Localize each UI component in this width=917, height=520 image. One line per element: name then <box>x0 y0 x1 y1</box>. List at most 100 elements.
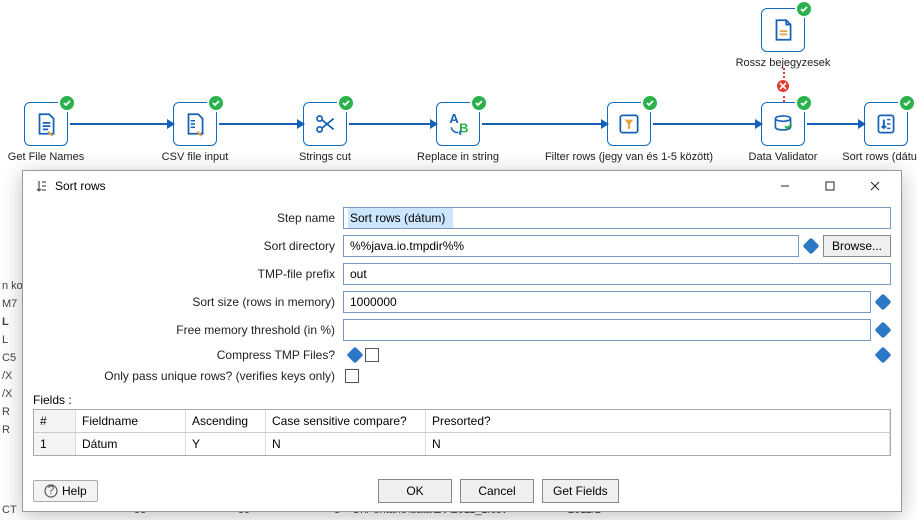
unique-checkbox[interactable] <box>345 369 359 383</box>
error-badge <box>775 78 791 94</box>
cell-case-sensitive[interactable]: N <box>266 433 426 455</box>
node-label: Get File Names <box>8 151 84 163</box>
node-label: Sort rows (dátum) <box>842 151 917 163</box>
col-presorted: Presorted? <box>426 410 890 432</box>
cancel-button[interactable]: Cancel <box>460 479 534 503</box>
free-mem-input[interactable] <box>343 319 871 341</box>
sort-icon <box>33 178 49 194</box>
csv-icon <box>182 111 208 137</box>
label-tmp-prefix: TMP-file prefix <box>33 267 343 281</box>
arrow-head-icon <box>167 119 175 129</box>
arrow-head-icon <box>755 119 763 129</box>
filter-icon <box>616 111 642 137</box>
ok-badge <box>207 94 225 112</box>
under-text: L <box>2 334 8 346</box>
under-text: R <box>2 406 10 418</box>
connector <box>807 123 860 125</box>
node-strings-cut[interactable]: Strings cut <box>303 102 347 146</box>
col-fieldname: Fieldname <box>76 410 186 432</box>
tmp-prefix-input[interactable] <box>343 263 891 285</box>
grid-header: # Fieldname Ascending Case sensitive com… <box>34 410 890 433</box>
ok-badge <box>641 94 659 112</box>
col-ascending: Ascending <box>186 410 266 432</box>
sort-directory-input[interactable] <box>343 235 799 257</box>
node-csv-file-input[interactable]: CSV file input <box>173 102 217 146</box>
sort-size-input[interactable] <box>343 291 871 313</box>
cell-presorted[interactable]: N <box>426 433 890 455</box>
variable-icon[interactable] <box>875 347 891 363</box>
arrow-head-icon <box>430 119 438 129</box>
cell-num: 1 <box>34 433 76 455</box>
compress-checkbox[interactable] <box>365 348 379 362</box>
node-label: Strings cut <box>299 151 351 163</box>
label-unique: Only pass unique rows? (verifies keys on… <box>33 369 343 383</box>
label-free-mem: Free memory threshold (in %) <box>33 323 343 337</box>
node-filter-rows[interactable]: Filter rows (jegy van és 1-5 között) <box>607 102 651 146</box>
minimize-button[interactable] <box>762 172 807 200</box>
ok-badge <box>58 94 76 112</box>
scissors-icon <box>312 111 338 137</box>
under-text: /X <box>2 370 12 382</box>
browse-button[interactable]: Browse... <box>823 235 891 257</box>
ok-badge <box>795 0 813 18</box>
variable-icon[interactable] <box>803 238 819 254</box>
ok-button[interactable]: OK <box>378 479 452 503</box>
file-list-icon <box>33 111 59 137</box>
arrow-head-icon <box>858 119 866 129</box>
col-case-sensitive: Case sensitive compare? <box>266 410 426 432</box>
node-sort-rows[interactable]: Sort rows (dátum) <box>864 102 908 146</box>
under-text: n ko <box>2 280 23 292</box>
close-button[interactable] <box>852 172 897 200</box>
node-label: Filter rows (jegy van és 1-5 között) <box>545 151 713 163</box>
titlebar[interactable]: Sort rows <box>23 171 901 201</box>
variable-icon[interactable] <box>347 347 363 363</box>
under-text: C5 <box>2 352 16 364</box>
connector <box>653 123 757 125</box>
node-get-file-names[interactable]: Get File Names <box>24 102 68 146</box>
node-label: CSV file input <box>162 151 229 163</box>
node-replace-in-string[interactable]: AB Replace in string <box>436 102 480 146</box>
under-text: /X <box>2 388 12 400</box>
label-compress: Compress TMP Files? <box>33 348 343 362</box>
under-text: M7 <box>2 298 17 310</box>
connector <box>70 123 169 125</box>
under-text: L <box>2 316 9 328</box>
ok-badge <box>337 94 355 112</box>
help-button[interactable]: ? Help <box>33 480 98 502</box>
node-label: Data Validator <box>749 151 818 163</box>
dialog-title: Sort rows <box>55 179 106 193</box>
svg-text:A: A <box>449 111 459 126</box>
node-label: Replace in string <box>417 151 499 163</box>
help-icon: ? <box>44 484 58 498</box>
node-rossz-bejegyzesek[interactable]: Rossz bejegyzesek <box>761 8 805 52</box>
svg-text:?: ? <box>48 484 55 497</box>
arrow-head-icon <box>297 119 305 129</box>
cell-ascending[interactable]: Y <box>186 433 266 455</box>
get-fields-button[interactable]: Get Fields <box>542 479 619 503</box>
validator-icon <box>770 111 796 137</box>
ok-badge <box>898 94 916 112</box>
connector <box>482 123 603 125</box>
connector <box>219 123 299 125</box>
arrow-head-icon <box>601 119 609 129</box>
node-data-validator[interactable]: Data Validator <box>761 102 805 146</box>
grid-row[interactable]: 1 Dátum Y N N <box>34 433 890 455</box>
col-num: # <box>34 410 76 432</box>
sort-icon <box>873 111 899 137</box>
file-icon <box>770 17 796 43</box>
fields-label: Fields : <box>23 389 901 409</box>
maximize-button[interactable] <box>807 172 852 200</box>
ok-badge <box>470 94 488 112</box>
step-name-input[interactable] <box>343 207 891 229</box>
variable-icon[interactable] <box>875 322 891 338</box>
replace-icon: AB <box>445 111 471 137</box>
cell-fieldname[interactable]: Dátum <box>76 433 186 455</box>
variable-icon[interactable] <box>875 294 891 310</box>
label-sort-size: Sort size (rows in memory) <box>33 295 343 309</box>
fields-grid[interactable]: # Fieldname Ascending Case sensitive com… <box>33 409 891 456</box>
under-text: CT <box>2 504 17 516</box>
label-sort-directory: Sort directory <box>33 239 343 253</box>
connector <box>349 123 432 125</box>
help-label: Help <box>62 484 87 498</box>
ok-badge <box>795 94 813 112</box>
